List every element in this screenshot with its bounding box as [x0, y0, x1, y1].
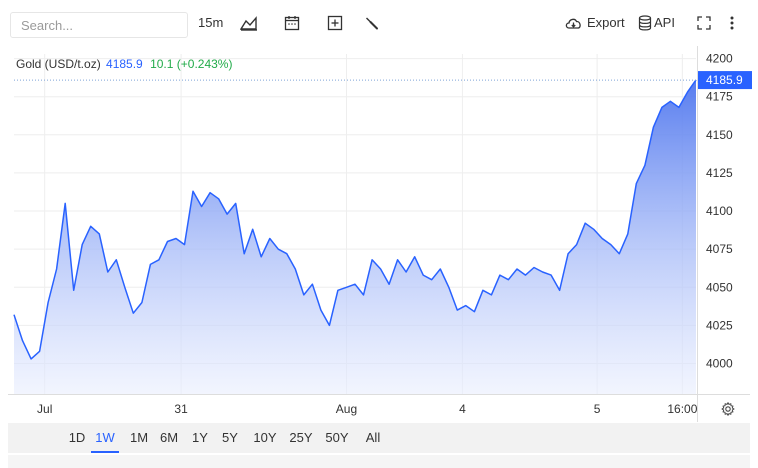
database-icon — [638, 15, 652, 31]
price-area-fill — [14, 79, 696, 395]
x-axis: Jul 31 Aug 4 5 16:00 — [8, 394, 750, 416]
fullscreen-icon — [697, 16, 711, 30]
cloud-download-icon — [565, 18, 581, 29]
range-button-50y[interactable]: 50Y — [319, 423, 355, 451]
area-chart-icon — [240, 16, 257, 31]
chart-series — [13, 79, 697, 395]
x-tick-label: 31 — [174, 402, 188, 416]
range-button-1d[interactable]: 1D — [63, 423, 91, 451]
y-tick-label: 4000 — [706, 357, 733, 371]
chart-legend: Gold (USD/t.oz) 4185.9 10.1 (+0.243%) — [16, 57, 232, 71]
price-tag: 4185.9 — [14, 71, 752, 90]
range-button-all[interactable]: All — [355, 423, 391, 451]
fullscreen-button[interactable] — [696, 12, 712, 34]
y-tick-label: 4125 — [706, 166, 733, 180]
range-button-10y[interactable]: 10Y — [247, 423, 283, 451]
export-button[interactable]: Export — [564, 12, 625, 34]
x-tick-label: 5 — [594, 402, 601, 416]
toolbar: 15m Ex — [0, 0, 758, 46]
y-tick-label: 4100 — [706, 204, 733, 218]
legend-symbol: Gold (USD/t.oz) — [16, 57, 101, 71]
y-tick-label: 4075 — [706, 242, 733, 256]
x-tick-label: 4 — [459, 402, 466, 416]
range-button-1w[interactable]: 1W — [91, 423, 119, 453]
range-button-25y[interactable]: 25Y — [283, 423, 319, 451]
range-button-1y[interactable]: 1Y — [186, 423, 214, 451]
calendar-icon — [284, 16, 300, 31]
range-button-6m[interactable]: 6M — [155, 423, 183, 451]
chart-settings-button[interactable] — [721, 401, 735, 421]
api-label: API — [654, 15, 675, 30]
more-options-button[interactable] — [728, 12, 736, 34]
range-button-5y[interactable]: 5Y — [216, 423, 244, 451]
more-vertical-icon — [730, 16, 734, 30]
wrench-icon — [366, 17, 378, 30]
gear-icon — [721, 401, 735, 417]
y-tick-label: 4200 — [706, 52, 733, 66]
chart-type-button[interactable] — [240, 12, 258, 34]
y-tick-label: 4050 — [706, 280, 733, 294]
x-tick-label: Jul — [37, 402, 52, 416]
current-price-tag-label: 4185.9 — [706, 73, 743, 87]
calendar-button[interactable] — [284, 12, 300, 34]
add-indicator-button[interactable] — [327, 12, 343, 34]
interval-selector[interactable]: 15m — [198, 12, 223, 34]
search-input[interactable] — [10, 12, 188, 38]
api-button[interactable]: API — [638, 12, 675, 34]
export-label: Export — [587, 15, 625, 30]
y-axis: 4000 4025 4050 4075 4100 4125 4150 4175 4200 — [697, 46, 733, 422]
plus-square-icon — [327, 15, 343, 31]
settings-tools-button[interactable] — [364, 12, 380, 34]
x-tick-label: Aug — [336, 402, 357, 416]
legend-price: 4185.9 — [106, 57, 143, 71]
time-range-bar: 1D 1W 1M 6M 1Y 5Y 10Y 25Y 50Y All — [8, 423, 750, 453]
interval-label: 15m — [198, 15, 224, 30]
legend-change: 10.1 (+0.243%) — [150, 57, 233, 71]
y-tick-label: 4025 — [706, 318, 733, 332]
bottom-strip — [8, 455, 750, 468]
y-tick-label: 4175 — [706, 90, 733, 104]
y-tick-label: 4150 — [706, 128, 733, 142]
range-button-1m[interactable]: 1M — [125, 423, 153, 451]
price-chart[interactable]: 4000 4025 4050 4075 4100 4125 4150 4175 4200 Jul… — [0, 46, 758, 422]
x-tick-label: 16:00 — [667, 402, 697, 416]
